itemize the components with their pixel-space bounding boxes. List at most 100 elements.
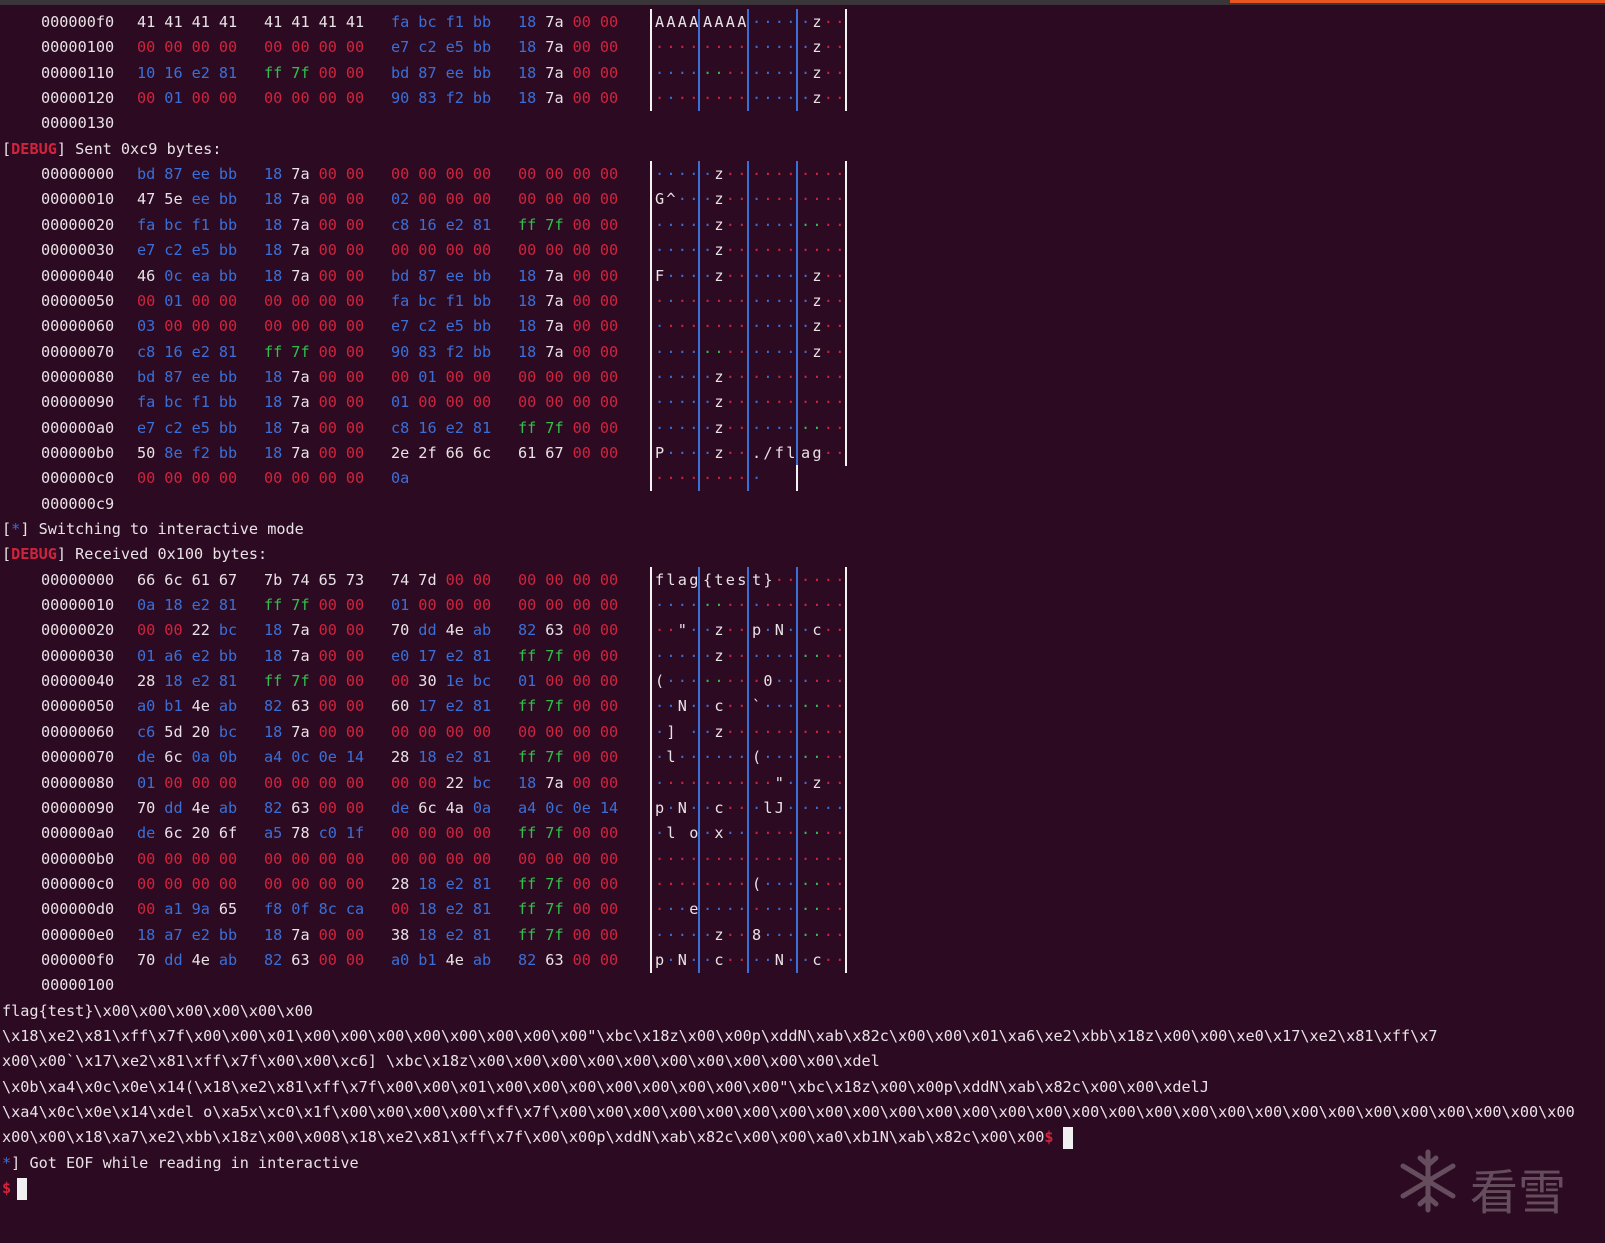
hex-byte: 00	[318, 317, 337, 336]
hex-byte: 00	[599, 925, 619, 944]
hex-byte: 00	[391, 165, 410, 184]
ascii-char: l	[666, 748, 676, 767]
ascii-char: ·	[823, 950, 833, 969]
ascii-char: ·	[725, 697, 735, 716]
hex-byte: 00	[345, 317, 365, 336]
ascii-char: ·	[737, 342, 747, 361]
snowflake-icon	[1400, 1149, 1456, 1213]
hex-byte: 00	[599, 317, 619, 336]
ascii-char: }	[763, 570, 773, 589]
ascii-char: ·	[689, 342, 699, 361]
hex-byte: 00	[164, 38, 183, 57]
hex-byte: 00	[218, 38, 238, 57]
offset: 00000100	[41, 38, 115, 57]
hex-byte: 00	[345, 596, 365, 615]
hex-byte: a0	[391, 950, 410, 969]
hex-byte: 00	[345, 773, 365, 792]
ascii-char: ·	[703, 165, 713, 184]
ascii-char: ]	[666, 722, 676, 741]
ascii-char: ·	[823, 874, 833, 893]
hex-byte: 60	[391, 697, 410, 716]
offset: 00000090	[41, 798, 115, 817]
ascii-char: ·	[725, 342, 735, 361]
hex-byte: 00	[572, 89, 591, 108]
hex-byte: e2	[445, 748, 464, 767]
hex-byte: 00	[599, 672, 619, 691]
ascii-char: f	[655, 570, 665, 589]
ascii-char: ·	[655, 165, 665, 184]
hex-byte: 00	[599, 748, 619, 767]
ascii-char: z	[812, 266, 822, 285]
ascii-char: ·	[752, 722, 762, 741]
ascii-char: ·	[737, 266, 747, 285]
ascii-char: ·	[689, 950, 699, 969]
ascii-separator	[650, 617, 652, 644]
hex-byte: 18	[518, 13, 537, 31]
hex-byte: e2	[191, 596, 210, 615]
ascii-char: ·	[725, 874, 735, 893]
eof-line: *] Got EOF while reading in interactive	[2, 1150, 1605, 1176]
ascii-char: ·	[725, 798, 735, 817]
hex-byte: 00	[599, 190, 619, 209]
ascii-char: ·	[703, 190, 713, 209]
hex-byte: 7a	[545, 89, 564, 108]
hex-byte: 28	[137, 672, 156, 691]
ascii-char: ·	[737, 925, 747, 944]
hex-byte: 00	[264, 89, 283, 108]
ascii-char: ·	[737, 89, 747, 108]
hex-byte: 00	[318, 596, 337, 615]
ascii-char: ·	[823, 190, 833, 209]
ascii-char: ·	[725, 393, 735, 412]
watermark-text: 看雪	[1470, 1165, 1567, 1221]
ascii-char: ·	[835, 621, 845, 640]
hex-byte: bc	[418, 13, 437, 31]
ascii-separator	[650, 592, 652, 619]
hex-byte: bc	[164, 215, 183, 234]
ascii-char: ·	[677, 900, 687, 919]
ascii-char: ·	[823, 291, 833, 310]
ascii-char: ·	[725, 900, 735, 919]
ascii-char: ·	[703, 266, 713, 285]
hex-byte: f1	[445, 291, 464, 310]
hex-byte: 00	[318, 291, 337, 310]
hex-byte: f2	[445, 89, 464, 108]
ascii-char: ·	[666, 621, 676, 640]
hex-byte: 5e	[164, 190, 183, 209]
hex-byte: 8e	[164, 443, 183, 462]
hex-byte: 00	[445, 849, 464, 868]
ascii-char: ·	[774, 266, 784, 285]
received-debug-line: [DEBUG] Received 0x100 bytes:	[2, 541, 1605, 567]
ascii-char: ·	[666, 418, 676, 437]
hex-byte: ff	[264, 672, 283, 691]
ascii-char: ·	[689, 241, 699, 260]
dump2-row: 00000030 e7 c2 e5 bb 18 7a 00 00 00 00 00 00 00 00 00 00…	[0, 237, 1605, 264]
hex-byte: 00	[264, 469, 283, 488]
hex-byte: bb	[472, 89, 492, 108]
hex-byte: 00	[599, 291, 619, 310]
hex-byte: 00	[164, 874, 183, 893]
hex-byte: fa	[391, 291, 410, 310]
ascii-char: ·	[737, 874, 747, 893]
ascii-char: "	[774, 773, 784, 792]
hex-byte: 00	[264, 874, 283, 893]
ascii-char: ·	[835, 798, 845, 817]
ascii-char: ·	[823, 367, 833, 386]
hex-byte: 00	[137, 469, 156, 488]
hex-byte: 6c	[164, 748, 183, 767]
dump2-row: 00000040 46 0c ea bb 18 7a 00 00 bd 87 ee bb 18 7a 00 00…	[0, 262, 1605, 289]
ascii-char: ·	[677, 748, 687, 767]
hex-byte: 00	[572, 849, 591, 868]
ascii-char: ·	[752, 241, 762, 260]
ascii-char: ·	[655, 900, 665, 919]
hex-byte: 81	[472, 748, 492, 767]
offset: 00000010	[41, 596, 115, 615]
hex-byte: ff	[518, 900, 537, 919]
ascii-char: ·	[689, 849, 699, 868]
text-cursor[interactable]	[17, 1177, 28, 1200]
ascii-char: ·	[823, 925, 833, 944]
hex-byte: 7a	[545, 13, 564, 31]
raw-output-line: \x18\xe2\x81\xff\x7f\x00\x00\x01\x00\x00…	[2, 1023, 1602, 1049]
hex-byte: 00	[318, 393, 337, 412]
ascii-char: ·	[763, 596, 773, 615]
hex-byte: 00	[445, 190, 464, 209]
